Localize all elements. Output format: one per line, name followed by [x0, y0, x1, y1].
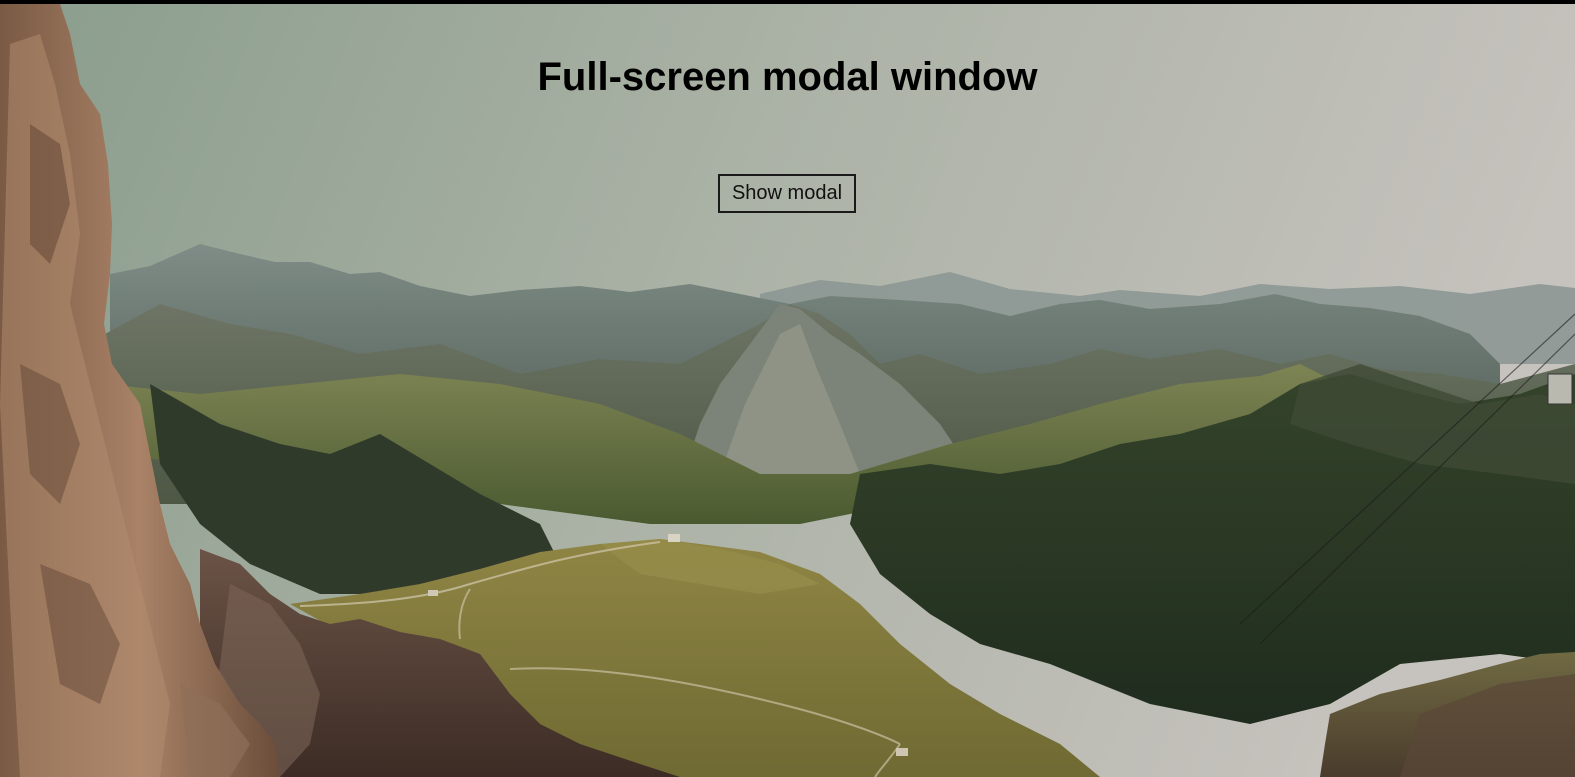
top-edge-strip [0, 0, 1575, 4]
page: Full-screen modal window Show modal [0, 0, 1575, 777]
mountain-landscape-background [0, 4, 1575, 777]
page-title: Full-screen modal window [537, 55, 1038, 99]
show-modal-button[interactable]: Show modal [718, 174, 856, 213]
